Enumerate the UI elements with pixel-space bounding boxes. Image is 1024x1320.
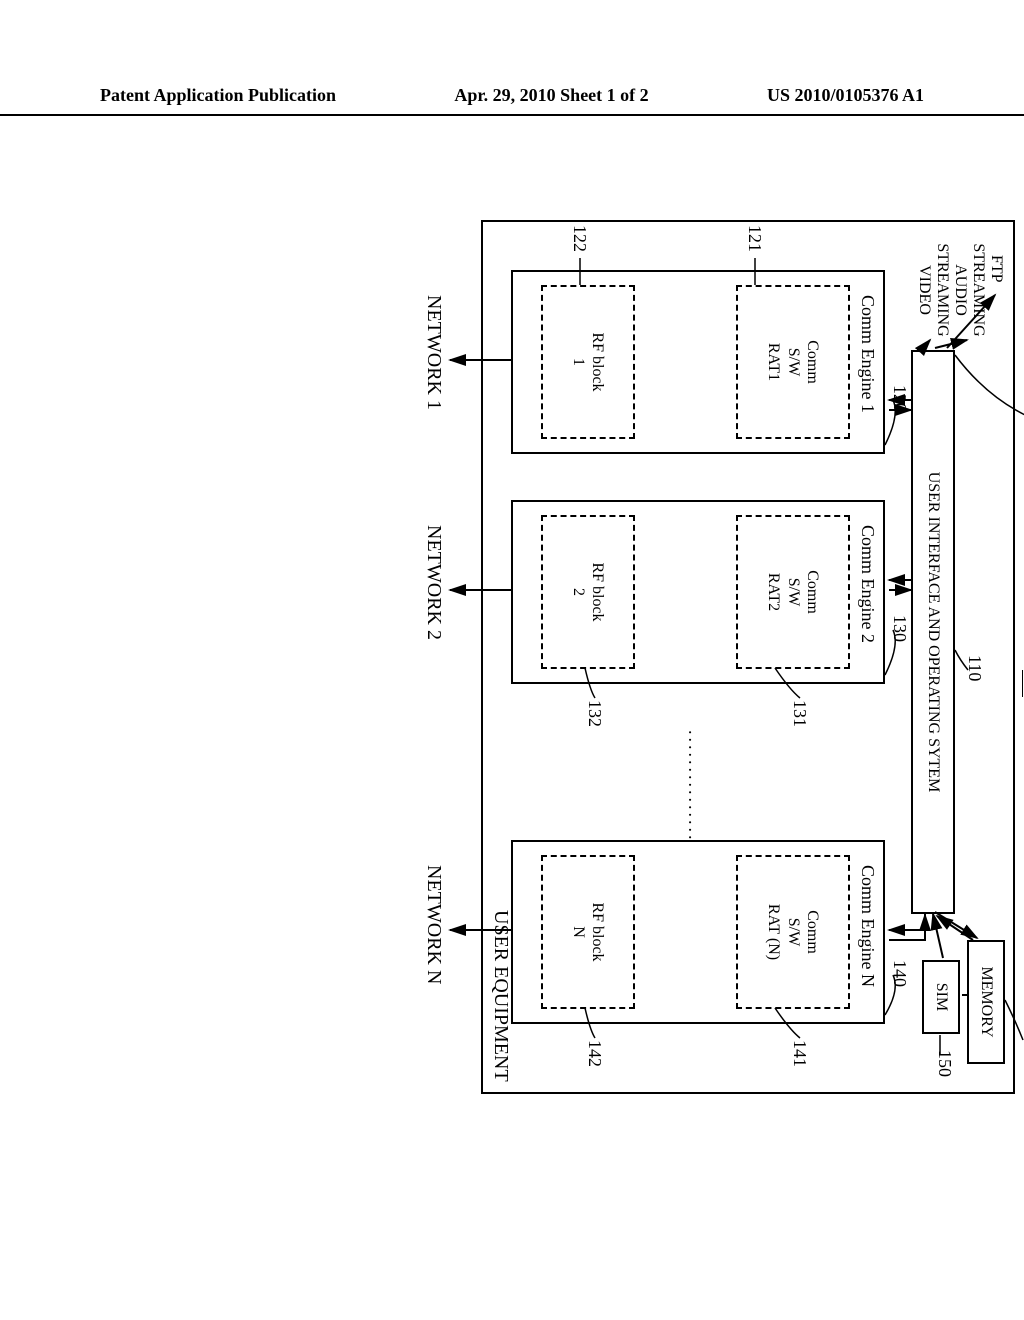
user-equipment-label: USER EQUIPMENT (489, 910, 512, 1082)
ref-132: 132 (584, 700, 605, 727)
ref-121: 121 (744, 225, 765, 252)
network-1-label: NETWORK 1 (422, 295, 445, 410)
comm-engine-2-title: Comm Engine 2 (857, 525, 878, 643)
header-right: US 2010/0105376 A1 (767, 85, 924, 106)
example-streaming-audio: STREAMING AUDIO (951, 235, 987, 345)
ref-130: 130 (889, 615, 910, 642)
sim-box: SIM (922, 960, 960, 1034)
ref-160: 160 (1019, 1030, 1024, 1057)
sim-text: SIM (931, 983, 950, 1011)
comm-engine-n-rf: RF block N (541, 855, 635, 1009)
network-n-label: NETWORK N (422, 865, 445, 984)
ref-110: 110 (964, 655, 985, 681)
ref-122: 122 (569, 225, 590, 252)
ref-141: 141 (789, 1040, 810, 1067)
comm-engine-2-rf: RF block 2 (541, 515, 635, 669)
memory-box: MEMORY (967, 940, 1005, 1064)
ref-131: 131 (789, 700, 810, 727)
page-header: Patent Application Publication Apr. 29, … (0, 85, 1024, 116)
uios-text: USER INTERFACE AND OPERATING SYTEM (923, 472, 942, 793)
ref-150: 150 (934, 1050, 955, 1077)
uios-box: USER INTERFACE AND OPERATING SYTEM (911, 350, 955, 914)
ref-100: 100 (1019, 670, 1024, 697)
ref-120: 120 (889, 385, 910, 412)
comm-engine-1-rf: RF block 1 (541, 285, 635, 439)
example-ftp: FTP (987, 255, 1005, 283)
comm-engine-n-title: Comm Engine N (857, 865, 878, 987)
example-streaming-video: STREAMING VIDEO (915, 235, 951, 345)
network-2-label: NETWORK 2 (422, 525, 445, 640)
figure-1-diagram: FIG. 1 100 FTP STREAMING AUDIO STREAMING… (55, 320, 965, 990)
memory-text: MEMORY (976, 966, 995, 1037)
comm-engine-1-sw: Comm S/W RAT1 (736, 285, 850, 439)
header-left: Patent Application Publication (100, 85, 336, 106)
comm-engine-n-sw: Comm S/W RAT (N) (736, 855, 850, 1009)
ref-142: 142 (584, 1040, 605, 1067)
comm-engine-2-sw: Comm S/W RAT2 (736, 515, 850, 669)
comm-engine-1-title: Comm Engine 1 (857, 295, 878, 413)
header-center: Apr. 29, 2010 Sheet 1 of 2 (454, 85, 648, 106)
ref-140: 140 (889, 960, 910, 987)
